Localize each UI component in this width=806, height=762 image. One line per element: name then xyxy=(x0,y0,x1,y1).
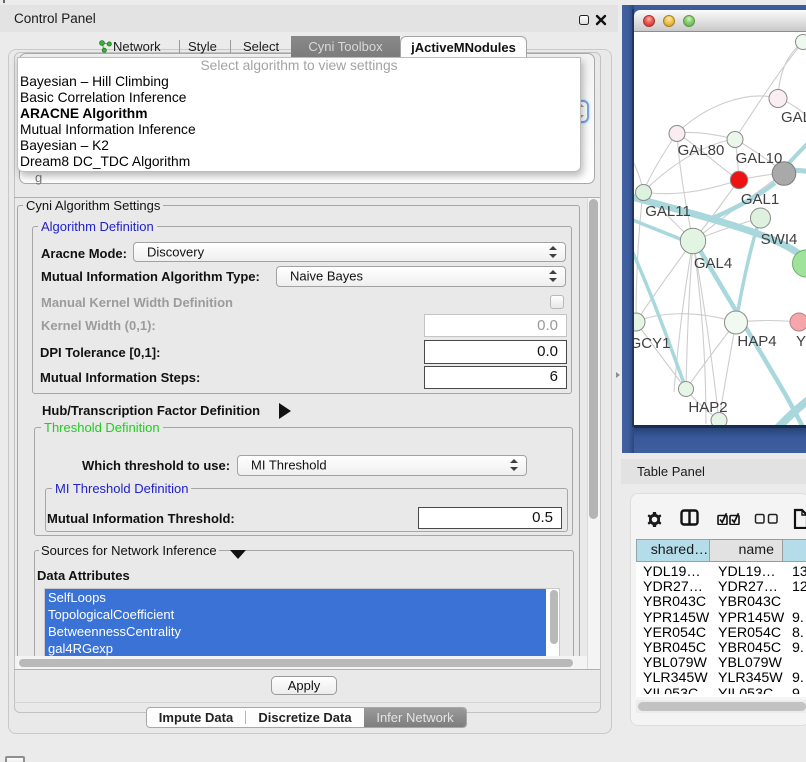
svg-text:SWI4: SWI4 xyxy=(761,231,798,248)
svg-text:GAL80: GAL80 xyxy=(678,142,725,159)
svg-text:GCY1: GCY1 xyxy=(634,335,670,352)
svg-text:GAL1: GAL1 xyxy=(741,191,779,208)
svg-text:GAL4: GAL4 xyxy=(694,255,732,272)
svg-text:Y: Y xyxy=(796,333,806,350)
svg-text:HAP2: HAP2 xyxy=(688,399,727,416)
svg-text:GAL7: GAL7 xyxy=(781,109,806,126)
svg-text:GAL11: GAL11 xyxy=(645,203,691,220)
svg-text:HAP4: HAP4 xyxy=(737,333,776,350)
svg-text:GAL10: GAL10 xyxy=(736,150,783,167)
